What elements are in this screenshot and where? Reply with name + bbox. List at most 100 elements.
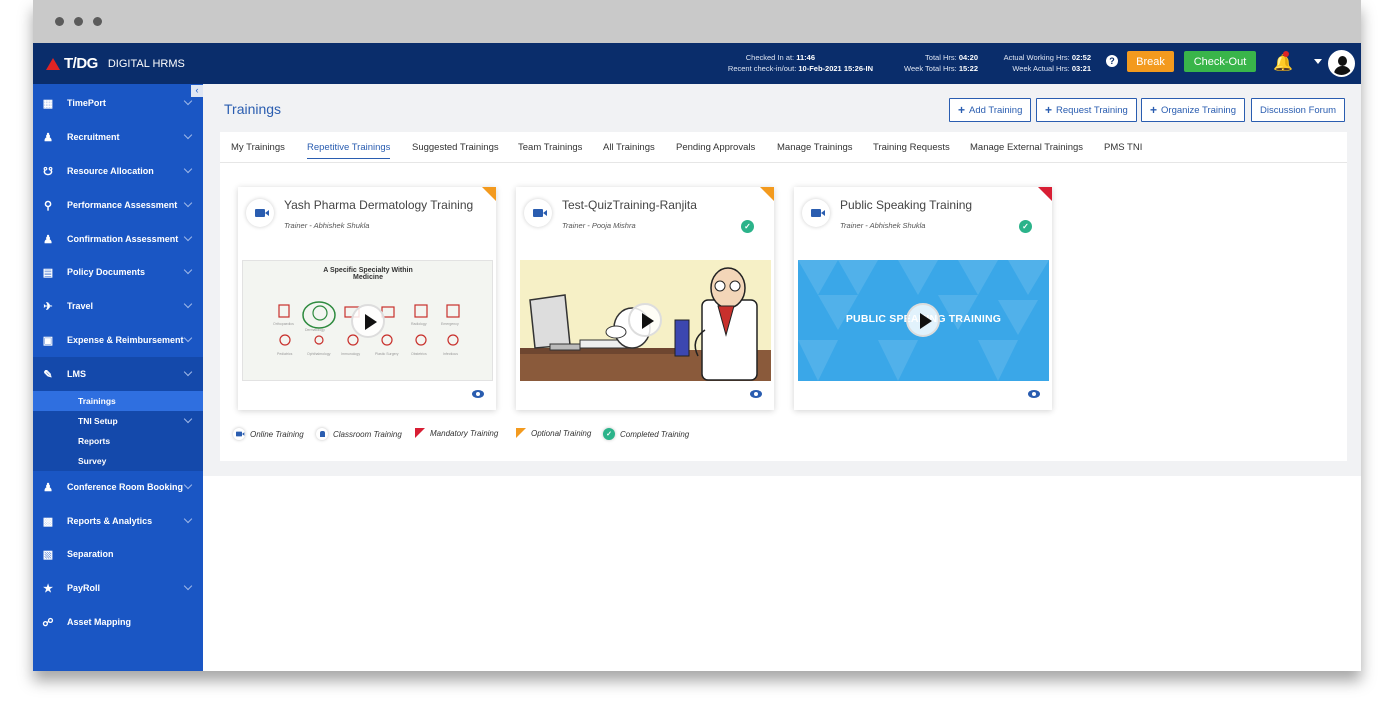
training-thumbnail[interactable]: A Specific Specialty Within Medicine Ort… [242,260,493,381]
sidebar-item-travel[interactable]: ✈ Travel [33,289,203,323]
legend-online: Online Training [233,428,304,440]
training-thumbnail[interactable]: PUBLIC SPEAKING TRAINING [798,260,1049,381]
request-training-button[interactable]: + Request Training [1036,98,1137,122]
window-dot-icon[interactable] [55,17,64,26]
svg-text:Immunology: Immunology [341,352,360,356]
avatar[interactable] [1328,50,1355,77]
checkout-button[interactable]: Check-Out [1184,51,1256,72]
video-camera-icon [255,209,269,217]
total-hrs-value: 04:20 [958,53,978,62]
avatar-body [1334,66,1351,75]
legend-classroom-label: Classroom Training [333,429,402,439]
add-training-button[interactable]: + Add Training [949,98,1032,122]
sidebar-subitem-reports[interactable]: Reports [33,431,203,451]
svg-text:Pediatrics: Pediatrics [277,352,293,356]
organize-training-button[interactable]: + Organize Training [1141,98,1245,122]
tab-pending-approvals[interactable]: Pending Approvals [676,142,755,153]
sidebar-subitem-survey[interactable]: Survey [33,451,203,471]
sidebar: ‹ ▦ TimePort ♟ Recruitment ☋ Resource Al… [33,84,203,671]
sidebar-item-timeport[interactable]: ▦ TimePort [33,86,203,120]
eye-icon[interactable] [1028,390,1040,398]
week-actual-value: 03:21 [1071,64,1091,73]
training-card[interactable]: Test-QuizTraining-Ranjita Trainer - Pooj… [516,187,774,410]
completed-check-icon: ✓ [741,220,754,233]
sidebar-item-label: Reports & Analytics [67,516,153,526]
discussion-forum-button[interactable]: Discussion Forum [1251,98,1346,122]
training-title[interactable]: Public Speaking Training [840,198,972,212]
training-thumbnail[interactable] [520,260,771,381]
sidebar-item-payroll[interactable]: ★ PayRoll [33,571,203,605]
tab-my-trainings[interactable]: My Trainings [231,142,285,153]
sidebar-item-label: Conference Room Booking [67,482,184,492]
sidebar-item-conference-room[interactable]: ♟ Conference Room Booking [33,470,203,504]
plus-icon: + [958,103,966,117]
sidebar-item-asset-mapping[interactable]: ☍ Asset Mapping [33,605,203,639]
window-dot-icon[interactable] [74,17,83,26]
mandatory-flag-icon [1038,187,1052,201]
help-icon[interactable]: ? [1106,55,1118,67]
sidebar-item-performance-assessment[interactable]: ⚲ Performance Assessment [33,188,203,222]
people-icon: ♟ [43,131,53,144]
sidebar-item-reports-analytics[interactable]: ▩ Reports & Analytics [33,504,203,538]
optional-flag-icon [760,187,774,201]
play-button[interactable] [628,303,662,337]
legend-completed: ✓ Completed Training [603,428,689,440]
sidebar-item-recruitment[interactable]: ♟ Recruitment [33,120,203,154]
sidebar-item-label: Asset Mapping [67,617,132,627]
chevron-down-icon [183,164,193,174]
recent-label: Recent check-in/out: [727,64,797,73]
chevron-down-icon [183,198,193,208]
sidebar-item-policy-documents[interactable]: ▤ Policy Documents [33,255,203,289]
sidebar-item-confirmation-assessment[interactable]: ♟ Confirmation Assessment [33,222,203,256]
chevron-down-icon[interactable] [1314,59,1322,64]
optional-flag-icon [482,187,496,201]
eye-icon[interactable] [472,390,484,398]
window-dot-icon[interactable] [93,17,102,26]
svg-text:Emergency: Emergency [441,322,459,326]
sidebar-item-resource-allocation[interactable]: ☋ Resource Allocation [33,154,203,188]
checked-in-value: 11:46 [796,53,815,62]
sidebar-item-label: Expense & Reimbursement [67,335,184,345]
tab-team-trainings[interactable]: Team Trainings [518,142,582,153]
tab-training-requests[interactable]: Training Requests [873,142,950,153]
notification-dot [1283,51,1289,57]
lms-icon: ✎ [43,368,53,381]
person-icon [316,428,328,440]
sidebar-item-label: Performance Assessment [67,200,178,210]
legend-completed-label: Completed Training [620,429,690,439]
sidebar-item-label: TimePort [67,98,106,108]
play-button[interactable] [351,304,385,338]
sidebar-item-label: Policy Documents [67,267,146,277]
tab-pms-tni[interactable]: PMS TNI [1104,142,1142,153]
trainer-name: Trainer - Abhishek Shukla [840,221,926,230]
sidebar-item-label: Resource Allocation [67,166,154,176]
training-title[interactable]: Test-QuizTraining-Ranjita [562,198,697,212]
asset-icon: ☍ [42,616,54,629]
legend-mandatory: Mandatory Training [415,428,498,438]
tab-repetitive-trainings[interactable]: Repetitive Trainings [307,142,391,159]
sidebar-subitem-tni-setup[interactable]: TNI Setup [33,411,203,431]
sidebar-item-separation[interactable]: ▧ Separation [33,537,203,571]
training-title[interactable]: Yash Pharma Dermatology Training [284,198,473,212]
total-hrs-label: Total Hrs: [925,53,957,62]
tab-all-trainings[interactable]: All Trainings [603,142,655,153]
training-card[interactable]: Yash Pharma Dermatology Training Trainer… [238,187,496,410]
online-training-icon [802,199,830,227]
video-camera-icon [233,428,245,440]
tab-suggested-trainings[interactable]: Suggested Trainings [412,142,499,153]
play-button[interactable] [906,303,940,337]
sidebar-item-expense[interactable]: ▣ Expense & Reimbursement [33,323,203,357]
tab-manage-external-trainings[interactable]: Manage External Trainings [970,142,1083,153]
actual-hrs-label: Actual Working Hrs: [1003,53,1070,62]
document-icon: ▤ [42,266,54,279]
tab-manage-trainings[interactable]: Manage Trainings [777,142,853,153]
optional-flag-icon [516,428,526,438]
sidebar-subitem-trainings[interactable]: Trainings [33,391,203,411]
eye-icon[interactable] [750,390,762,398]
training-card[interactable]: Public Speaking Training Trainer - Abhis… [794,187,1052,410]
sidebar-item-lms[interactable]: ✎ LMS [33,357,203,391]
sidebar-item-label: Confirmation Assessment [67,234,179,244]
meeting-icon: ♟ [43,481,53,494]
logo[interactable]: T/DG DIGITAL HRMS [46,55,185,72]
break-button[interactable]: Break [1127,51,1174,72]
